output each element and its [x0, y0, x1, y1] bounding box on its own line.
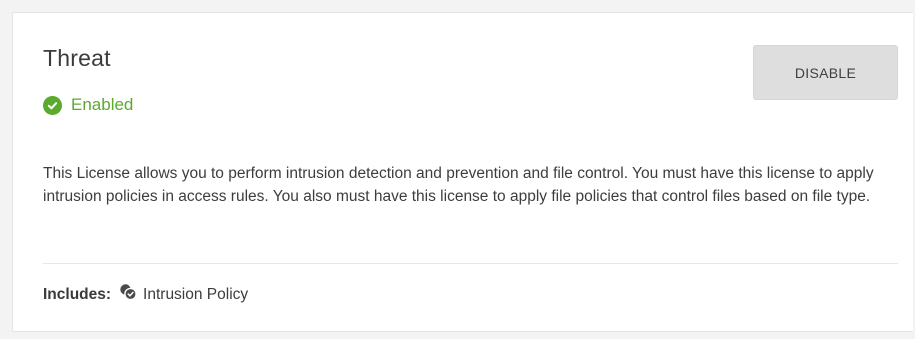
includes-row: Includes: Intrusion Policy [43, 283, 249, 304]
includes-label: Includes: [43, 286, 112, 303]
check-circle-icon [43, 95, 62, 115]
page-background: Threat Enabled DISABLE This License allo… [0, 0, 915, 339]
intrusion-policy-icon [119, 283, 137, 301]
divider [43, 263, 898, 264]
status-text: Enabled [71, 95, 134, 114]
includes-item-label: Intrusion Policy [143, 286, 249, 303]
license-title: Threat [43, 45, 111, 71]
license-status: Enabled [43, 95, 133, 115]
disable-button[interactable]: DISABLE [753, 45, 898, 100]
license-description: This License allows you to perform intru… [43, 165, 874, 205]
license-card: Threat Enabled DISABLE This License allo… [12, 12, 913, 332]
